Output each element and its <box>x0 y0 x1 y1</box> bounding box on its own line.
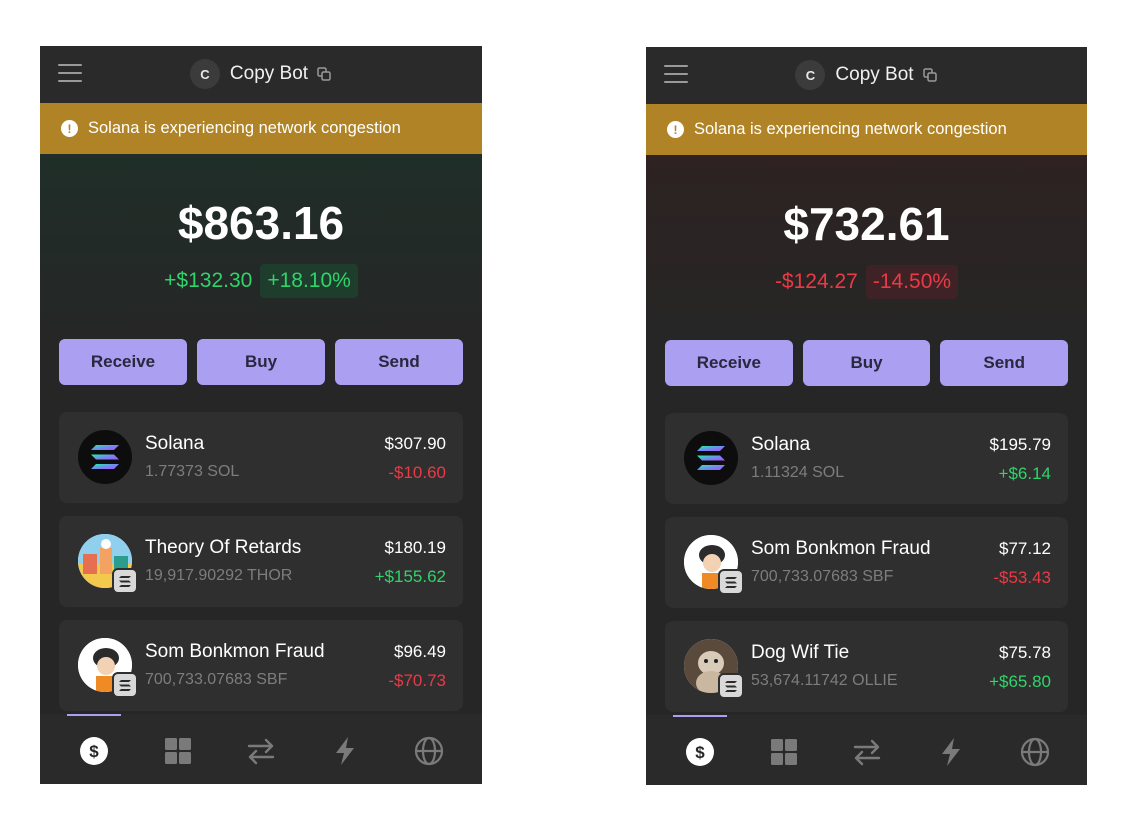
solana-chain-badge-icon <box>718 673 744 699</box>
wallet-screen-left: C Copy Bot ! Solana is experiencing netw… <box>40 46 482 784</box>
swap-icon[interactable] <box>852 737 882 767</box>
token-row-solana[interactable]: Solana 1.11324 SOL $195.79 +$6.14 <box>665 413 1068 504</box>
token-row-thor[interactable]: Theory Of Retards 19,917.90292 THOR $180… <box>59 516 463 607</box>
wallet-name: Copy Bot <box>835 64 914 85</box>
bottom-nav: $ <box>40 714 482 784</box>
nav-active-indicator <box>67 714 121 716</box>
token-change: -$70.73 <box>388 671 446 690</box>
token-value: $77.12 <box>999 539 1051 558</box>
token-value: $75.78 <box>999 643 1051 662</box>
banner-text: Solana is experiencing network congestio… <box>694 120 1007 138</box>
top-bar: C Copy Bot <box>40 46 482 103</box>
alert-icon: ! <box>61 120 78 137</box>
token-list: Solana 1.77373 SOL $307.90 -$10.60 Theor… <box>59 412 463 724</box>
balance-section: $732.61 -$124.27 -14.50% <box>646 155 1087 345</box>
wallet-selector[interactable]: C Copy Bot <box>40 58 482 90</box>
token-value: $96.49 <box>394 642 446 661</box>
balance-change: +$132.30 +18.10% <box>40 264 482 298</box>
token-amount: 1.77373 SOL <box>145 463 240 480</box>
wallet-selector[interactable]: C Copy Bot <box>646 59 1087 91</box>
wallet-screen-right: C Copy Bot ! Solana is experiencing netw… <box>646 47 1087 785</box>
token-value: $195.79 <box>989 435 1051 454</box>
svg-text:$: $ <box>695 743 705 762</box>
token-change: -$53.43 <box>993 568 1051 587</box>
token-name: Dog Wif Tie <box>751 642 850 663</box>
token-change: +$155.62 <box>374 567 446 586</box>
balance-change: -$124.27 -14.50% <box>646 265 1087 299</box>
token-amount: 700,733.07683 SBF <box>145 671 288 688</box>
alert-icon: ! <box>667 121 684 138</box>
token-change: +$65.80 <box>989 672 1051 691</box>
token-name: Solana <box>751 434 811 455</box>
send-button[interactable]: Send <box>940 340 1069 386</box>
banner-text: Solana is experiencing network congestio… <box>88 119 401 137</box>
token-row-sbf[interactable]: Som Bonkmon Fraud 700,733.07683 SBF $77.… <box>665 517 1068 608</box>
dollar-icon[interactable]: $ <box>79 736 109 766</box>
token-row-solana[interactable]: Solana 1.77373 SOL $307.90 -$10.60 <box>59 412 463 503</box>
nav-active-indicator <box>673 715 727 717</box>
token-row-sbf[interactable]: Som Bonkmon Fraud 700,733.07683 SBF $96.… <box>59 620 463 711</box>
token-amount: 1.11324 SOL <box>751 464 845 481</box>
token-name: Solana <box>145 433 205 454</box>
buy-button[interactable]: Buy <box>197 339 325 385</box>
buy-button[interactable]: Buy <box>802 340 931 386</box>
token-value: $307.90 <box>384 434 446 453</box>
change-amount: -$124.27 <box>774 270 858 293</box>
send-button[interactable]: Send <box>335 339 463 385</box>
token-amount: 53,674.11742 OLLIE <box>751 672 898 689</box>
top-bar: C Copy Bot <box>646 47 1087 104</box>
wallet-name: Copy Bot <box>229 63 309 84</box>
network-congestion-banner: ! Solana is experiencing network congest… <box>646 104 1087 155</box>
svg-text:$: $ <box>89 742 99 761</box>
token-name: Theory Of Retards <box>145 537 302 558</box>
solana-logo-icon <box>684 431 738 485</box>
grid-icon[interactable] <box>769 737 799 767</box>
solana-chain-badge-icon <box>112 672 138 698</box>
lightning-icon[interactable] <box>936 737 966 767</box>
token-amount: 19,917.90292 THOR <box>145 567 293 584</box>
token-name: Som Bonkmon Fraud <box>751 538 931 559</box>
total-balance: $732.61 <box>783 198 950 250</box>
solana-logo-icon <box>78 430 132 484</box>
network-congestion-banner: ! Solana is experiencing network congest… <box>40 103 482 154</box>
token-name: Som Bonkmon Fraud <box>145 641 325 662</box>
token-row-dog-wif-tie[interactable]: Dog Wif Tie 53,674.11742 OLLIE $75.78 +$… <box>665 621 1068 712</box>
receive-button[interactable]: Receive <box>59 339 187 385</box>
globe-icon[interactable] <box>1020 737 1050 767</box>
token-amount: 700,733.07683 SBF <box>751 568 894 585</box>
grid-icon[interactable] <box>163 736 193 766</box>
swap-icon[interactable] <box>246 736 276 766</box>
wallet-avatar: C <box>189 59 220 89</box>
solana-chain-badge-icon <box>718 569 744 595</box>
dollar-icon[interactable]: $ <box>685 737 715 767</box>
change-amount: +$132.30 <box>164 269 253 292</box>
copy-icon[interactable] <box>922 67 938 83</box>
change-percent-badge: -14.50% <box>865 265 959 299</box>
token-list: Solana 1.11324 SOL $195.79 +$6.14 Som Bo… <box>665 413 1068 725</box>
solana-chain-badge-icon <box>112 568 138 594</box>
bottom-nav: $ <box>646 715 1087 785</box>
token-value: $180.19 <box>384 538 446 557</box>
action-buttons: Receive Buy Send <box>59 339 463 385</box>
token-change: -$10.60 <box>388 463 446 482</box>
copy-icon[interactable] <box>316 66 332 82</box>
total-balance: $863.16 <box>177 197 345 249</box>
balance-section: $863.16 +$132.30 +18.10% <box>40 154 482 344</box>
action-buttons: Receive Buy Send <box>665 340 1069 386</box>
change-percent-badge: +18.10% <box>260 264 358 298</box>
receive-button[interactable]: Receive <box>665 340 793 386</box>
globe-icon[interactable] <box>414 736 444 766</box>
token-change: +$6.14 <box>998 464 1051 483</box>
lightning-icon[interactable] <box>330 736 360 766</box>
wallet-avatar: C <box>795 60 826 90</box>
